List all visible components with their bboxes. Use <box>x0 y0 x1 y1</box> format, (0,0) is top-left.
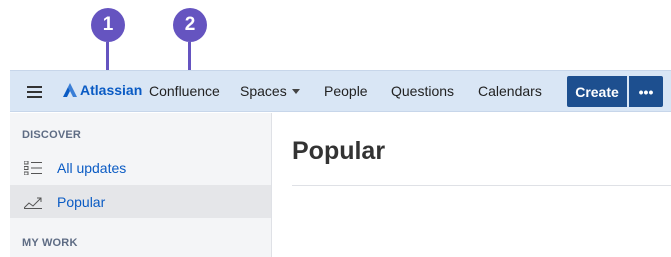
main-content: Popular <box>272 113 671 257</box>
app-switcher-confluence[interactable]: Confluence <box>149 83 220 99</box>
atlassian-mark-icon <box>63 83 77 97</box>
atlassian-logo[interactable]: Atlassian <box>62 82 142 98</box>
callout-badge-2: 2 <box>173 8 207 42</box>
more-options-button[interactable]: ••• <box>629 76 663 107</box>
sidebar: DISCOVER All updates Popular MY WORK <box>10 113 272 257</box>
sidebar-heading-my-work: MY WORK <box>22 237 78 249</box>
page-title: Popular <box>292 137 386 165</box>
trending-icon <box>24 197 42 209</box>
hamburger-menu-icon[interactable] <box>27 86 42 98</box>
sidebar-item-all-updates[interactable]: All updates <box>10 151 271 184</box>
nav-people[interactable]: People <box>324 83 368 99</box>
callout-badge-1: 1 <box>91 8 125 42</box>
sidebar-item-label: Popular <box>57 193 106 210</box>
sidebar-item-label: All updates <box>57 159 127 176</box>
nav-questions[interactable]: Questions <box>391 83 454 99</box>
top-navigation-bar: Atlassian Confluence Spaces People Quest… <box>10 70 671 112</box>
logo-text: Atlassian <box>80 82 143 98</box>
sidebar-heading-discover: DISCOVER <box>22 129 82 141</box>
list-icon <box>24 160 42 175</box>
nav-spaces-label: Spaces <box>240 83 287 99</box>
title-divider <box>292 185 671 186</box>
sidebar-item-popular[interactable]: Popular <box>10 185 271 218</box>
create-button[interactable]: Create <box>567 76 627 107</box>
chevron-down-icon <box>291 89 300 94</box>
nav-calendars[interactable]: Calendars <box>478 83 542 99</box>
nav-spaces[interactable]: Spaces <box>240 83 300 99</box>
